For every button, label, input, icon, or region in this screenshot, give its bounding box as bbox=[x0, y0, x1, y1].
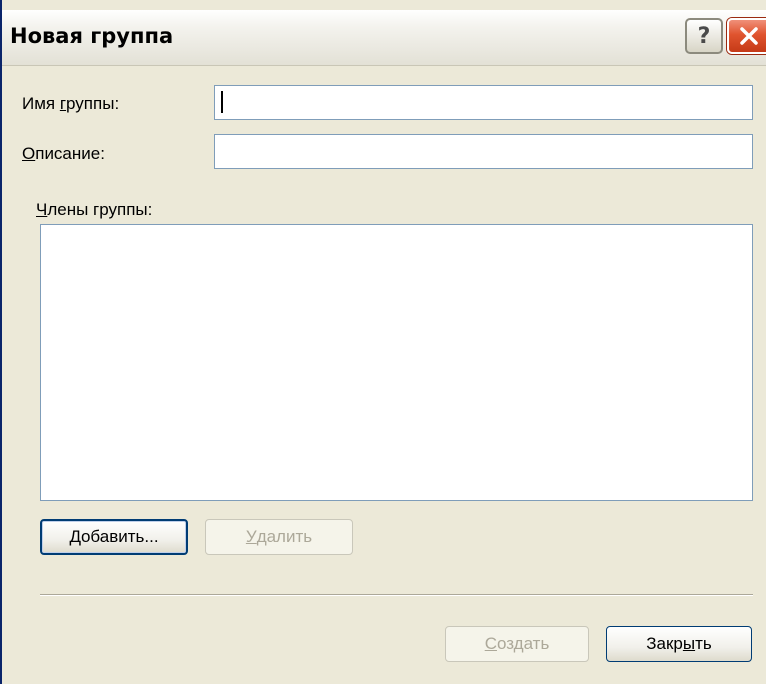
group-name-input[interactable] bbox=[214, 85, 753, 120]
new-group-dialog: Новая группа ? Имя группы: Описание: Чле… bbox=[0, 0, 766, 684]
text-caret bbox=[221, 91, 223, 113]
description-label: Описание: bbox=[22, 144, 105, 163]
group-name-label: Имя группы: bbox=[22, 94, 120, 113]
members-listbox[interactable] bbox=[40, 224, 753, 501]
close-button[interactable]: Закр ы ть bbox=[606, 626, 752, 662]
title-bar[interactable]: Новая группа ? bbox=[2, 10, 766, 66]
separator-line bbox=[40, 594, 753, 596]
members-label: Члены группы: bbox=[36, 200, 153, 219]
window-title: Новая группа bbox=[10, 24, 174, 48]
help-button[interactable]: ? bbox=[685, 18, 723, 54]
description-input[interactable] bbox=[214, 134, 753, 169]
add-button[interactable]: Добавить... bbox=[40, 519, 188, 555]
remove-button[interactable]: Удалить bbox=[205, 519, 353, 555]
close-icon bbox=[740, 27, 758, 45]
close-window-button[interactable] bbox=[727, 18, 766, 54]
help-icon: ? bbox=[697, 23, 711, 49]
create-button[interactable]: Создать bbox=[445, 626, 589, 662]
